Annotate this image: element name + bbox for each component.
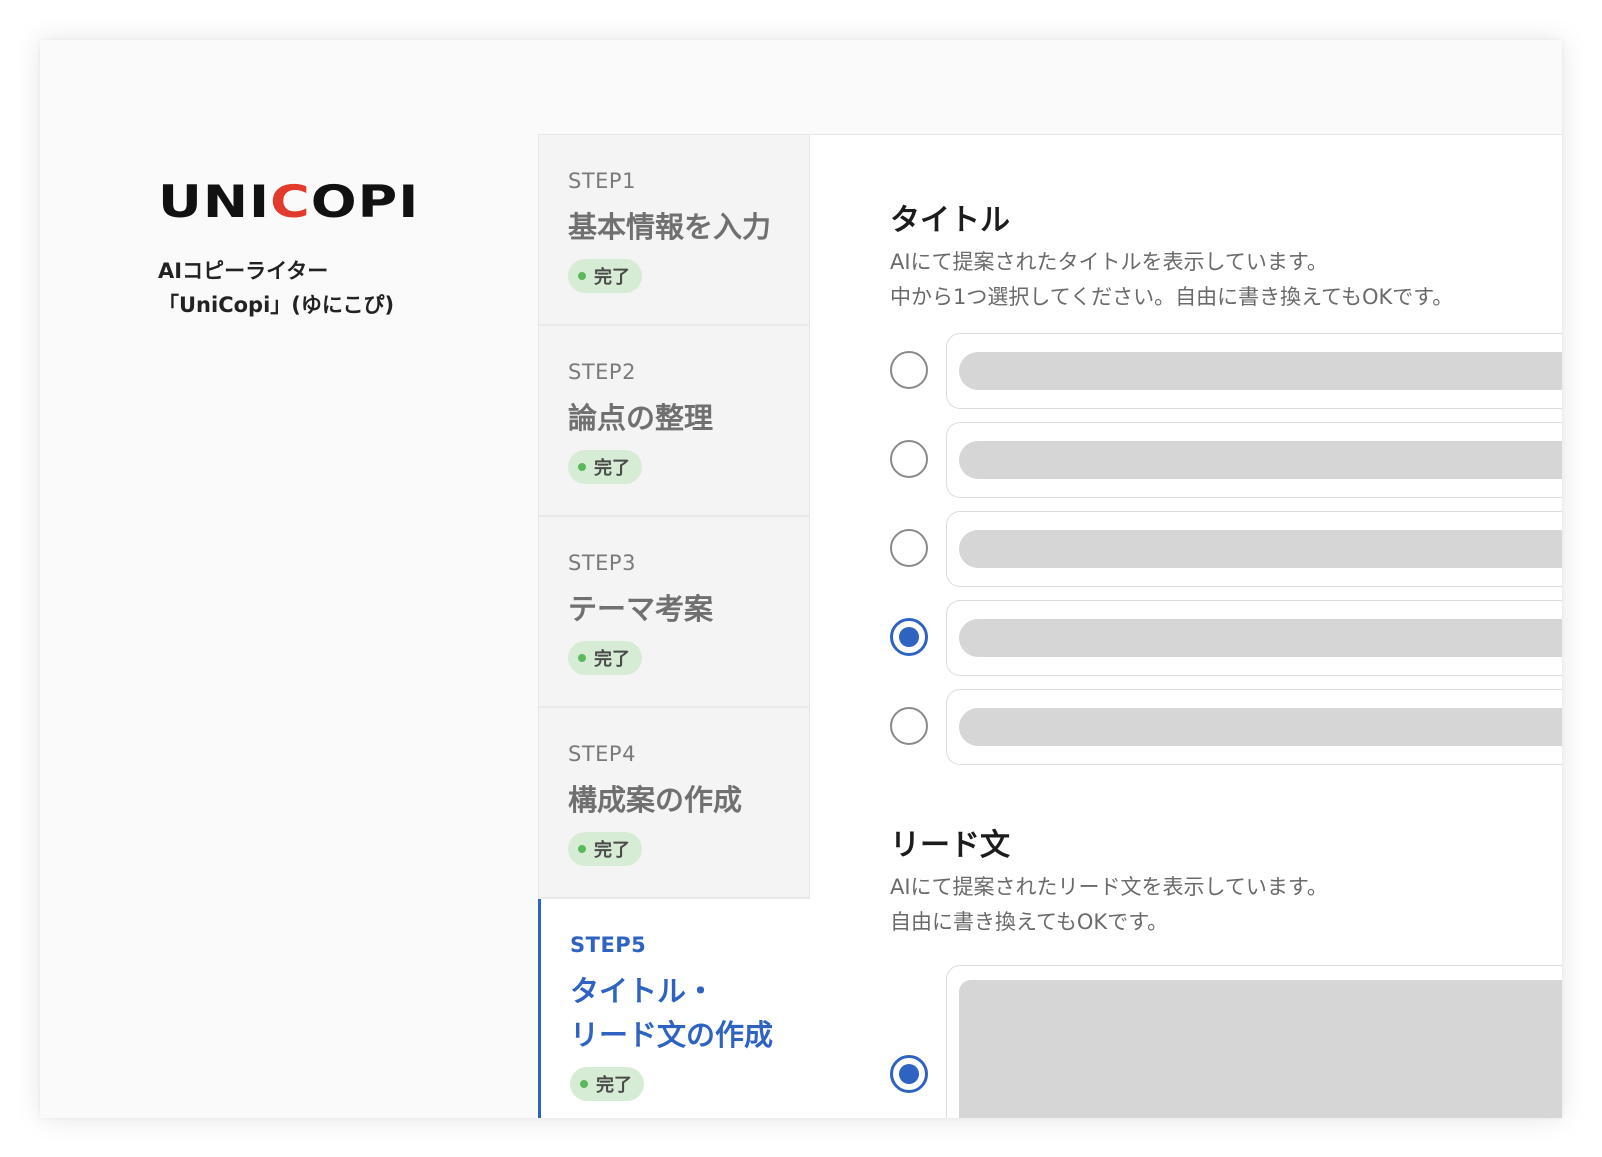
- tagline-line-2: 「UniCopi」(ゆにこぴ): [158, 293, 395, 317]
- text-placeholder-bar: [959, 352, 1562, 390]
- unicopi-logo: UNICOPI: [158, 175, 420, 228]
- title-option-field[interactable]: [946, 689, 1562, 765]
- step-number: STEP5: [570, 933, 647, 957]
- lead-option: [890, 1055, 928, 1093]
- status-badge: 完了: [568, 259, 642, 293]
- status-badge: 完了: [568, 832, 642, 866]
- title-option-field[interactable]: [946, 422, 1562, 498]
- status-dot-icon: [578, 845, 586, 853]
- step-title-line-1: タイトル・: [570, 974, 716, 1008]
- step-item-1[interactable]: STEP1 基本情報を入力 完了: [539, 135, 810, 326]
- status-dot-icon: [580, 1080, 588, 1088]
- title-option-field[interactable]: [946, 600, 1562, 676]
- title-section-description: AIにて提案されたタイトルを表示しています。 中から1つ選択してください。自由に…: [890, 250, 1454, 309]
- title-option-radio[interactable]: [890, 351, 928, 389]
- step-title: テーマ考案: [568, 592, 714, 626]
- lead-option-radio-selected[interactable]: [890, 1055, 928, 1093]
- status-badge: 完了: [568, 450, 642, 484]
- text-placeholder-block: [959, 980, 1562, 1118]
- title-section-heading: タイトル: [890, 203, 1010, 238]
- step-item-4[interactable]: STEP4 構成案の作成 完了: [539, 708, 810, 899]
- text-placeholder-bar: [959, 708, 1562, 746]
- lead-text-field[interactable]: [946, 965, 1562, 1118]
- step-item-2[interactable]: STEP2 論点の整理 完了: [539, 326, 810, 517]
- title-option-field[interactable]: [946, 333, 1562, 409]
- step-number: STEP1: [568, 169, 636, 193]
- title-option-radio[interactable]: [890, 707, 928, 745]
- step-item-3[interactable]: STEP3 テーマ考案 完了: [539, 517, 810, 708]
- step-title: 基本情報を入力: [568, 210, 772, 244]
- lead-section-heading: リード文: [890, 828, 1010, 863]
- status-badge: 完了: [568, 641, 642, 675]
- title-option: [890, 333, 1562, 409]
- tagline: AIコピーライター 「UniCopi」(ゆにこぴ): [158, 254, 419, 322]
- main-content: タイトル AIにて提案されたタイトルを表示しています。 中から1つ選択してくださ…: [810, 134, 1562, 1118]
- step-number: STEP3: [568, 551, 636, 575]
- title-option: [890, 689, 1562, 765]
- title-option: [890, 422, 1562, 498]
- text-placeholder-bar: [959, 530, 1562, 568]
- step-navigation: STEP1 基本情報を入力 完了 STEP2 論点の整理 完了 STEP3 テー…: [538, 134, 810, 1118]
- title-option: [890, 600, 1562, 676]
- step-title-line-2: リード文の作成: [570, 1018, 774, 1052]
- step-title: タイトル・ リード文の作成: [570, 969, 810, 1057]
- title-option-radio[interactable]: [890, 529, 928, 567]
- step-title: 構成案の作成: [568, 783, 743, 817]
- status-dot-icon: [578, 463, 586, 471]
- title-option: [890, 511, 1562, 587]
- brand-block: UNICOPI AIコピーライター 「UniCopi」(ゆにこぴ): [158, 180, 419, 322]
- status-badge: 完了: [570, 1067, 644, 1101]
- step-item-5[interactable]: STEP5 タイトル・ リード文の作成 完了: [538, 899, 810, 1118]
- lead-section-description: AIにて提案されたリード文を表示しています。 自由に書き換えてもOKです。: [890, 875, 1328, 934]
- status-dot-icon: [578, 654, 586, 662]
- text-placeholder-bar: [959, 441, 1562, 479]
- status-dot-icon: [578, 272, 586, 280]
- text-placeholder-bar: [959, 619, 1562, 657]
- title-option-radio-selected[interactable]: [890, 618, 928, 656]
- tagline-line-1: AIコピーライター: [158, 259, 329, 283]
- step-number: STEP4: [568, 742, 636, 766]
- step-number: STEP2: [568, 360, 636, 384]
- step-title: 論点の整理: [568, 401, 714, 435]
- title-option-radio[interactable]: [890, 440, 928, 478]
- title-option-field[interactable]: [946, 511, 1562, 587]
- app-window: UNICOPI AIコピーライター 「UniCopi」(ゆにこぴ) STEP1 …: [40, 40, 1562, 1118]
